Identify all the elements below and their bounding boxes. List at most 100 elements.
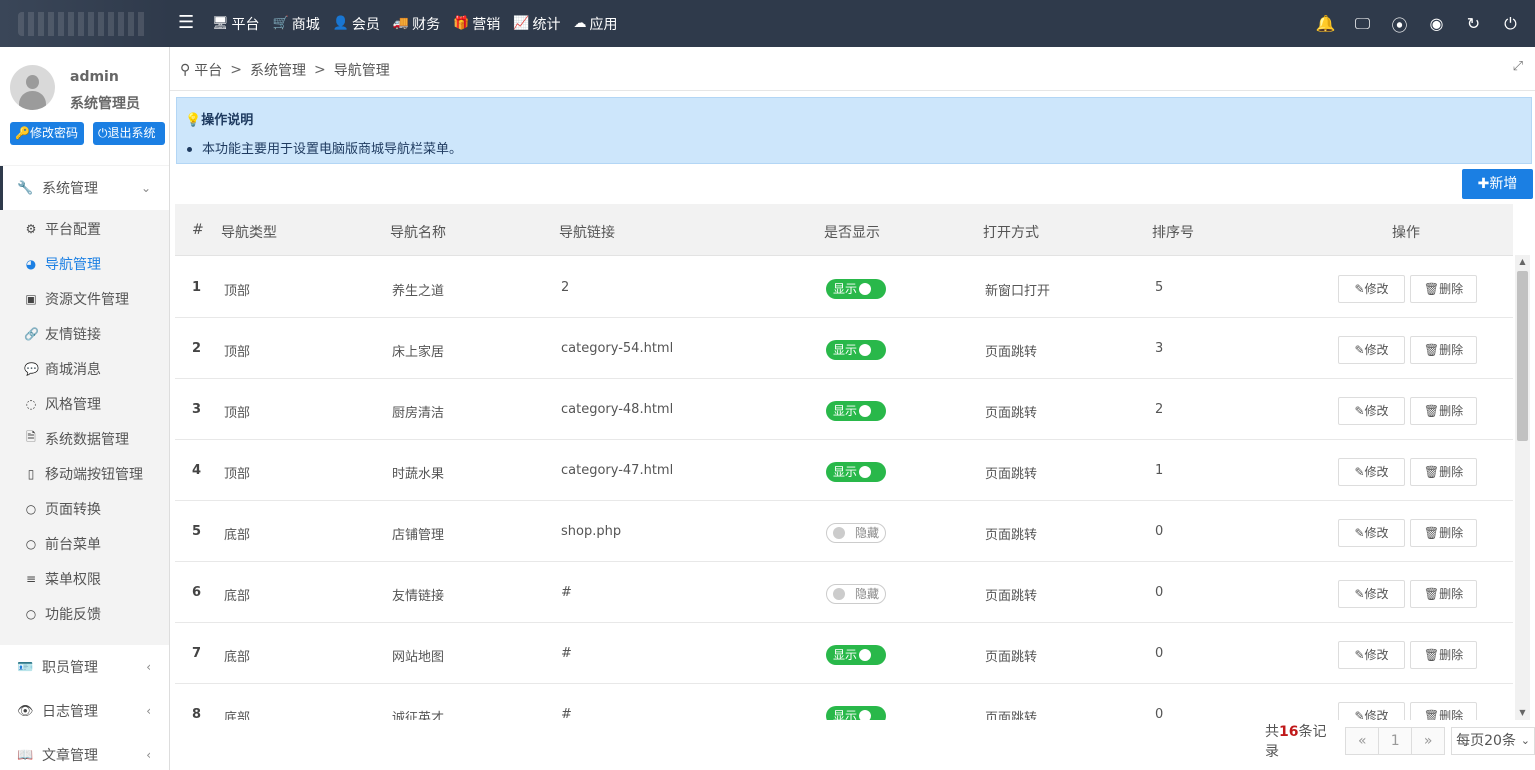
logout-button[interactable]: ⏻退出系统 (93, 122, 165, 145)
notice-panel: 💡操作说明 本功能主要用于设置电脑版商城导航栏菜单。 (176, 97, 1532, 164)
sidebar-group-staff[interactable]: 🪪 职员管理 ‹ (0, 645, 169, 689)
breadcrumb-item[interactable]: 平台 (194, 60, 222, 80)
pencil-icon: ✎ (1354, 587, 1365, 601)
add-button[interactable]: ✚新增 (1462, 169, 1533, 199)
sidebar-group-system[interactable]: 🔧 系统管理 ⌄ (0, 166, 169, 210)
delete-button[interactable]: 🗑删除 (1410, 641, 1477, 669)
sidebar-item-3[interactable]: 🔗 友情链接 (0, 316, 169, 351)
topnav-item-2[interactable]: 👤 会员 (333, 14, 380, 34)
delete-button[interactable]: 🗑删除 (1410, 336, 1477, 364)
display-toggle[interactable]: 显示 (826, 462, 886, 482)
open-mode: 页面跳转 (985, 711, 1038, 720)
display-toggle[interactable]: 隐藏 (826, 523, 886, 543)
circle-icon: ○ (25, 501, 37, 516)
display-toggle[interactable]: 显示 (826, 279, 886, 299)
open-mode: 页面跳转 (985, 650, 1038, 665)
change-password-button[interactable]: 🔑修改密码 (10, 122, 84, 145)
toggle-label: 显示 (833, 343, 858, 357)
table-scrollbar[interactable]: ▲ ▼ (1515, 255, 1530, 720)
sidebar-item-9[interactable]: ○ 前台菜单 (0, 526, 169, 561)
breadcrumb-item[interactable]: 系统管理 (250, 60, 306, 80)
sort-number: 1 (1155, 463, 1164, 478)
pencil-icon: ✎ (1354, 404, 1365, 418)
edit-button[interactable]: ✎修改 (1338, 275, 1405, 303)
power-icon[interactable]: ⏻ (1492, 14, 1529, 34)
column-header: 导航名称 (390, 225, 446, 241)
nav-name: 养生之道 (392, 284, 445, 299)
display-toggle[interactable]: 显示 (826, 340, 886, 360)
per-page-select[interactable]: 每页20条 ⌄ (1451, 727, 1535, 755)
delete-button[interactable]: 🗑删除 (1410, 275, 1477, 303)
scroll-up-icon[interactable]: ▲ (1515, 255, 1530, 269)
sidebar-group-log[interactable]: 👁 日志管理 ‹ (0, 689, 169, 733)
column-header: 是否显示 (824, 225, 880, 241)
delete-label: 删除 (1439, 343, 1464, 357)
topnav-label: 平台 (231, 16, 260, 33)
open-mode: 页面跳转 (985, 589, 1038, 604)
sidebar-item-2[interactable]: ▣ 资源文件管理 (0, 281, 169, 316)
top-nav: 🖥 平台 🛒 商城 👤 会员 🚚 财务 🎁 营销 📈 统计 ☁ 应用 (212, 0, 630, 47)
fullscreen-icon[interactable]: ⤢ (1513, 59, 1523, 74)
delete-button[interactable]: 🗑删除 (1410, 580, 1477, 608)
circle-icon: ○ (25, 536, 37, 551)
toggle-knob (859, 344, 871, 356)
avatar (10, 65, 55, 110)
topnav-item-6[interactable]: ☁ 应用 (573, 14, 617, 34)
edit-button[interactable]: ✎修改 (1338, 702, 1405, 720)
edit-button[interactable]: ✎修改 (1338, 336, 1405, 364)
delete-button[interactable]: 🗑删除 (1410, 397, 1477, 425)
delete-button[interactable]: 🗑删除 (1410, 519, 1477, 547)
edit-button[interactable]: ✎修改 (1338, 458, 1405, 486)
topnav-label: 统计 (532, 16, 561, 33)
chevron-left-icon: ‹ (146, 660, 151, 674)
sidebar-item-7[interactable]: ▯ 移动端按钮管理 (0, 456, 169, 491)
trash-icon: 🗑 (1423, 587, 1440, 601)
sidebar-item-4[interactable]: 💬 商城消息 (0, 351, 169, 386)
scroll-down-icon[interactable]: ▼ (1515, 706, 1530, 720)
delete-label: 删除 (1439, 465, 1464, 479)
display-toggle[interactable]: 显示 (826, 401, 886, 421)
edit-button[interactable]: ✎修改 (1338, 641, 1405, 669)
trash-icon: 🗑 (1423, 465, 1440, 479)
logo[interactable] (0, 0, 170, 47)
delete-button[interactable]: 🗑删除 (1410, 458, 1477, 486)
sidebar-item-1[interactable]: ◕ 导航管理 (0, 246, 169, 281)
delete-button[interactable]: 🗑删除 (1410, 702, 1477, 720)
sort-number: 3 (1155, 341, 1164, 356)
bell-icon[interactable]: 🔔 (1307, 14, 1344, 33)
per-page-value: 每页20条 (1456, 733, 1516, 749)
pagination: 共16条记录 « 1 » 每页20条 ⌄ (1265, 724, 1535, 760)
scrollbar-thumb[interactable] (1517, 271, 1528, 441)
circle-icon: ○ (25, 606, 37, 621)
toggle-knob (859, 710, 871, 720)
column-header: # (192, 222, 204, 238)
eye-icon[interactable]: ◉ (1418, 14, 1455, 33)
sort-number: 0 (1155, 646, 1164, 661)
monitor-icon[interactable]: 🖵 (1344, 14, 1381, 34)
topnav-item-1[interactable]: 🛒 商城 (273, 14, 320, 34)
sidebar-item-10[interactable]: ≡ 菜单权限 (0, 561, 169, 596)
prev-page-button[interactable]: « (1345, 727, 1380, 755)
display-toggle[interactable]: 显示 (826, 645, 886, 665)
page-number-button[interactable]: 1 (1378, 727, 1413, 755)
sidebar-item-6[interactable]: 🗎 系统数据管理 (0, 421, 169, 456)
sidebar-item-8[interactable]: ○ 页面转换 (0, 491, 169, 526)
display-toggle[interactable]: 隐藏 (826, 584, 886, 604)
display-toggle[interactable]: 显示 (826, 706, 886, 720)
topnav-item-4[interactable]: 🎁 营销 (453, 14, 500, 34)
edit-button[interactable]: ✎修改 (1338, 580, 1405, 608)
topnav-item-3[interactable]: 🚚 财务 (393, 14, 440, 34)
sidebar-item-0[interactable]: ⚙ 平台配置 (0, 211, 169, 246)
edit-button[interactable]: ✎修改 (1338, 519, 1405, 547)
refresh-icon[interactable]: ↻ (1455, 14, 1492, 33)
edit-button[interactable]: ✎修改 (1338, 397, 1405, 425)
topnav-item-0[interactable]: 🖥 平台 (212, 14, 260, 34)
sidebar-group-article[interactable]: 📖 文章管理 ‹ (0, 733, 169, 770)
location-icon[interactable]: ⦿ (1381, 12, 1418, 36)
delete-label: 删除 (1439, 648, 1464, 662)
next-page-button[interactable]: » (1411, 727, 1446, 755)
menu-toggle-icon[interactable]: ☰ (178, 12, 194, 33)
sidebar-item-11[interactable]: ○ 功能反馈 (0, 596, 169, 631)
topnav-item-5[interactable]: 📈 统计 (513, 14, 560, 34)
sidebar-item-5[interactable]: ◌ 风格管理 (0, 386, 169, 421)
